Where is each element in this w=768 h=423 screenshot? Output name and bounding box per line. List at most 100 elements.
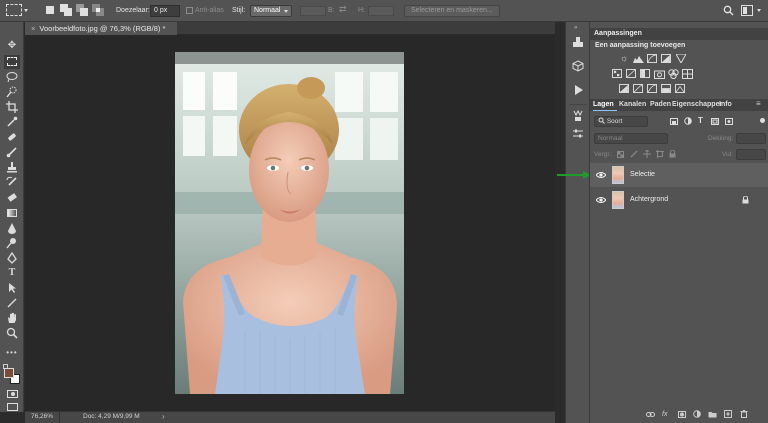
intersect-selection-icon[interactable]	[92, 4, 104, 16]
gradient-map-icon[interactable]	[661, 84, 671, 93]
delete-layer-icon[interactable]	[740, 410, 748, 418]
move-tool-icon[interactable]: ✥	[4, 39, 20, 53]
type-tool-icon[interactable]: T	[4, 266, 20, 280]
tab-eigenschappen[interactable]: Eigenschapper	[672, 101, 722, 108]
tab-paden[interactable]: Paden	[650, 101, 671, 108]
feather-input[interactable]: 0 px	[150, 5, 180, 17]
close-icon[interactable]: ×	[31, 24, 35, 33]
status-menu-chevron-icon[interactable]: ›	[162, 412, 165, 421]
new-layer-icon[interactable]	[724, 410, 732, 418]
antialias-checkbox[interactable]	[186, 7, 193, 14]
blur-tool-icon[interactable]	[4, 221, 20, 235]
opacity-input[interactable]	[736, 133, 766, 144]
hue-saturation-icon[interactable]	[612, 69, 622, 78]
quick-selection-tool-icon[interactable]	[4, 85, 20, 99]
quick-mask-icon[interactable]	[7, 390, 18, 398]
link-layers-icon[interactable]	[646, 411, 655, 418]
photo-filter-icon[interactable]	[654, 69, 665, 79]
swap-dimensions-icon[interactable]: ⇄	[339, 4, 347, 15]
add-to-selection-icon[interactable]	[60, 4, 72, 16]
collapse-dock-icon[interactable]: »	[574, 25, 577, 31]
selective-color-icon[interactable]	[675, 84, 685, 93]
panel-menu-icon[interactable]: ≡	[756, 99, 761, 108]
width-input[interactable]	[300, 6, 326, 16]
filter-shape-icon[interactable]	[711, 118, 719, 125]
curves-icon[interactable]	[647, 54, 657, 63]
lock-image-icon[interactable]	[630, 150, 638, 158]
new-adjustment-layer-icon[interactable]	[693, 410, 701, 418]
line-tool-icon[interactable]	[4, 296, 20, 310]
select-and-mask-button[interactable]: Selecteren en maskeren...	[404, 5, 500, 17]
brush-tool-icon[interactable]	[4, 145, 20, 159]
document-tab[interactable]: × Voorbeeldfoto.jpg @ 76,3% (RGB/8) *	[25, 22, 178, 35]
path-selection-tool-icon[interactable]	[4, 281, 20, 295]
3d-panel-icon[interactable]	[572, 60, 584, 72]
filter-smart-object-icon[interactable]	[725, 118, 733, 125]
subtract-from-selection-icon[interactable]	[76, 4, 88, 16]
lock-transparent-icon[interactable]	[617, 151, 624, 158]
layer-row-selectie[interactable]: Selectie	[590, 163, 768, 187]
posterize-icon[interactable]	[633, 84, 643, 93]
crop-tool-icon[interactable]	[4, 100, 20, 114]
pen-tool-icon[interactable]	[4, 251, 20, 265]
visibility-eye-icon[interactable]	[596, 171, 606, 179]
layer-style-icon[interactable]: fx	[662, 411, 667, 418]
history-brush-tool-icon[interactable]	[4, 175, 20, 189]
levels-icon[interactable]	[633, 54, 644, 63]
layer-name[interactable]: Achtergrond	[630, 196, 668, 203]
exposure-icon[interactable]	[661, 54, 671, 63]
filter-toggle-icon[interactable]	[760, 118, 765, 123]
lasso-tool-icon[interactable]	[4, 70, 20, 84]
lock-position-icon[interactable]	[643, 150, 651, 158]
threshold-icon[interactable]	[647, 84, 657, 93]
clone-stamp-tool-icon[interactable]	[4, 160, 20, 174]
more-tools-icon[interactable]: •••	[4, 346, 20, 360]
height-input[interactable]	[368, 6, 394, 16]
gradient-tool-icon[interactable]	[4, 206, 20, 220]
screen-mode-icon[interactable]	[7, 403, 18, 411]
foreground-color-swatch[interactable]	[4, 368, 14, 378]
color-balance-icon[interactable]	[626, 69, 636, 78]
dodge-tool-icon[interactable]	[4, 236, 20, 250]
workspace-icon[interactable]	[741, 5, 753, 16]
tab-lagen[interactable]: Lagen	[593, 101, 614, 108]
history-panel-icon[interactable]	[572, 36, 584, 48]
style-select[interactable]: Normaal	[250, 5, 292, 17]
fill-input[interactable]	[736, 149, 766, 160]
hand-tool-icon[interactable]	[4, 311, 20, 325]
channel-mixer-icon[interactable]	[668, 69, 679, 79]
color-lookup-icon[interactable]	[682, 69, 693, 79]
rectangular-marquee-tool-icon[interactable]	[4, 55, 20, 69]
layer-name[interactable]: Selectie	[630, 171, 655, 178]
portrait-photo[interactable]	[175, 52, 404, 394]
filter-kind-select[interactable]: Soort	[594, 116, 648, 127]
marquee-tool-preset-icon[interactable]	[6, 4, 22, 16]
actions-panel-icon[interactable]	[572, 84, 584, 96]
chevron-down-icon[interactable]	[24, 9, 28, 12]
layer-row-achtergrond[interactable]: Achtergrond	[590, 188, 768, 212]
adjustments-panel-header[interactable]: Aanpassingen	[590, 28, 768, 40]
new-selection-icon[interactable]	[44, 4, 56, 16]
black-white-icon[interactable]	[640, 69, 650, 78]
filter-adjustment-icon[interactable]	[684, 117, 692, 125]
invert-icon[interactable]	[619, 84, 629, 93]
visibility-eye-icon[interactable]	[596, 196, 606, 204]
add-mask-icon[interactable]	[678, 411, 686, 418]
lock-artboard-icon[interactable]	[656, 150, 664, 158]
properties-panel-icon[interactable]	[572, 128, 584, 140]
search-icon[interactable]	[723, 5, 734, 16]
filter-type-icon[interactable]: T	[698, 116, 703, 125]
tab-info[interactable]: Info	[719, 101, 732, 108]
new-group-icon[interactable]	[708, 411, 717, 418]
eraser-tool-icon[interactable]	[4, 190, 20, 204]
vibrance-icon[interactable]	[676, 54, 686, 63]
tab-kanalen[interactable]: Kanalen	[619, 101, 646, 108]
brush-settings-panel-icon[interactable]	[572, 110, 584, 122]
zoom-tool-icon[interactable]	[4, 326, 20, 340]
workspace-chevron-icon[interactable]	[757, 9, 761, 12]
filter-pixel-icon[interactable]	[670, 118, 678, 125]
eyedropper-tool-icon[interactable]	[4, 115, 20, 129]
brightness-contrast-icon[interactable]: ☼	[620, 53, 628, 63]
zoom-level[interactable]: 76,26%	[31, 413, 53, 420]
blend-mode-select[interactable]: Normaal	[594, 133, 668, 144]
